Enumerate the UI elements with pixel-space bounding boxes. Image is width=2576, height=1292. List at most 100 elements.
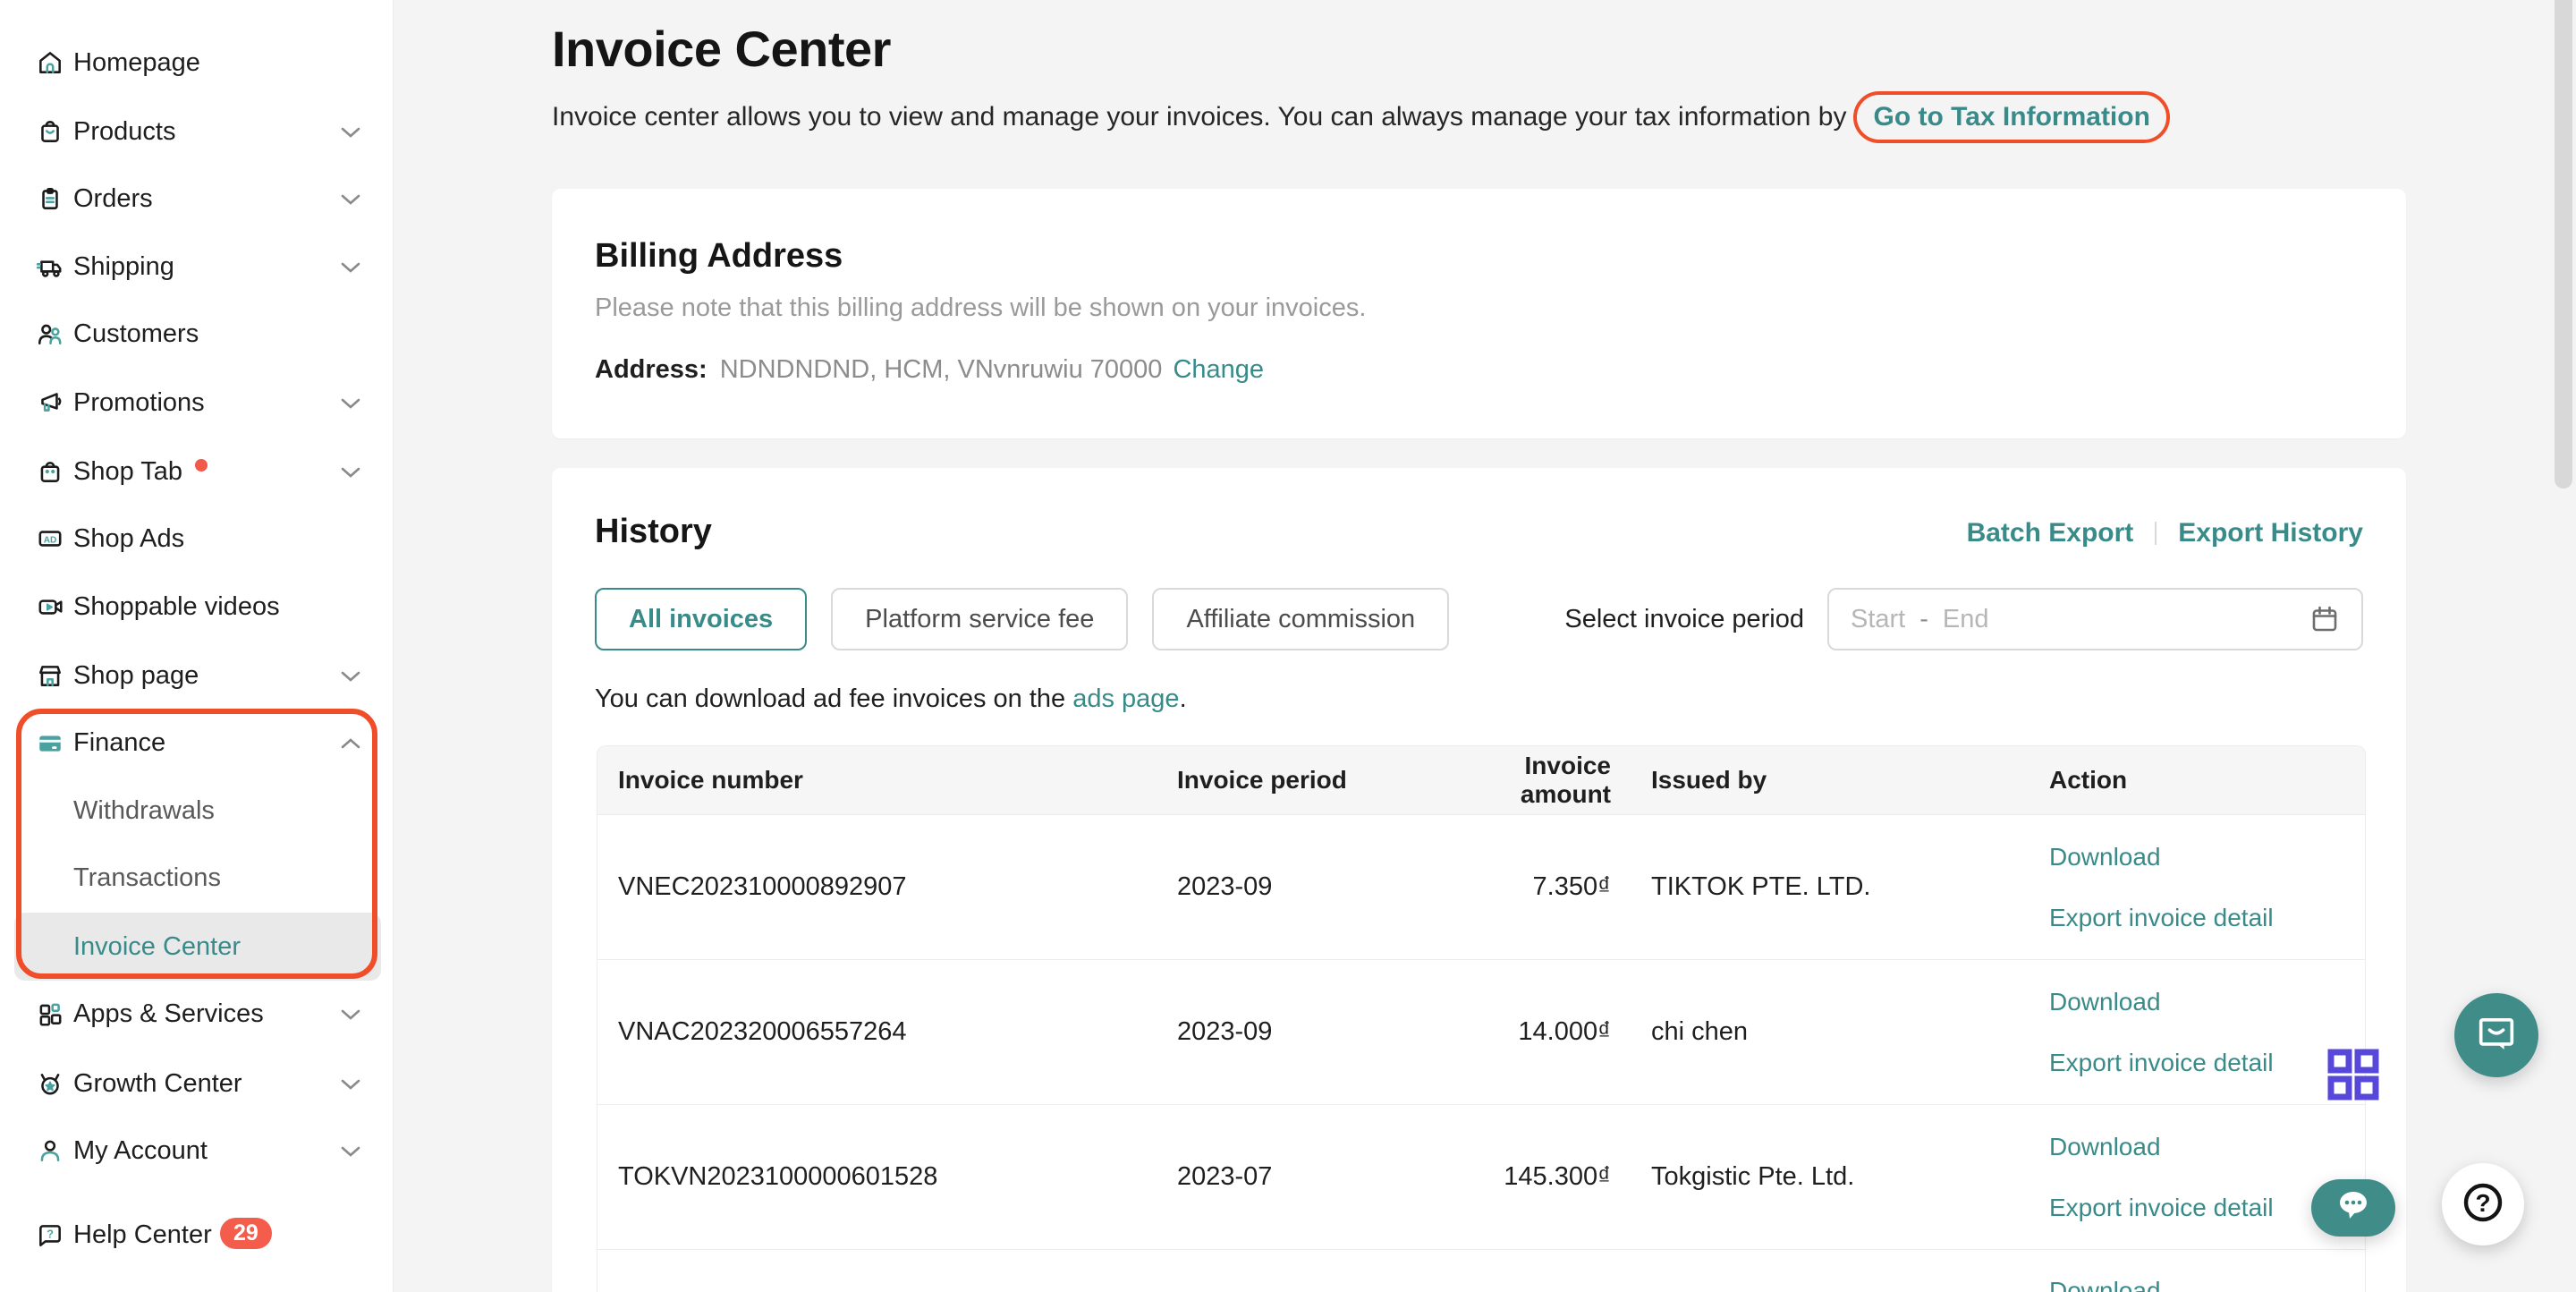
sidebar-item-customers[interactable]: Customers: [0, 300, 394, 368]
chevron-down-icon: [340, 1078, 361, 1095]
invoice-number: VNEC202310000892907: [618, 872, 1177, 902]
chevron-down-icon: [340, 261, 361, 278]
date-range-input[interactable]: Start - End: [1827, 588, 2363, 650]
history-header-links: Batch Export Export History: [1967, 518, 2363, 548]
sidebar-item-orders[interactable]: Orders: [0, 165, 394, 233]
col-invoice-amount: Invoice amount: [1434, 752, 1611, 809]
chat-support-button[interactable]: [2454, 993, 2538, 1077]
col-action: Action: [2049, 766, 2365, 795]
apps-icon: [36, 999, 64, 1028]
download-link[interactable]: Download: [2049, 843, 2365, 871]
sidebar-item-withdrawals[interactable]: Withdrawals: [0, 777, 394, 845]
sidebar-item-shoppable-videos[interactable]: Shoppable videos: [0, 573, 394, 641]
tab-affiliate-commission[interactable]: Affiliate commission: [1152, 588, 1449, 650]
chevron-down-icon: [340, 193, 361, 210]
message-bubble-button[interactable]: [2311, 1179, 2395, 1237]
sidebar-item-products[interactable]: Products: [0, 98, 394, 166]
go-to-tax-information-link[interactable]: Go to Tax Information: [1873, 102, 2149, 132]
end-date-placeholder: End: [1943, 605, 1989, 634]
start-date-placeholder: Start: [1851, 605, 1905, 634]
chevron-down-icon: [340, 670, 361, 687]
person-icon: [36, 1136, 64, 1165]
divider: [2155, 522, 2157, 545]
credit-card-icon: [36, 728, 64, 757]
download-link[interactable]: Download: [2049, 988, 2365, 1016]
invoice-period: 2023-07: [1177, 1162, 1434, 1192]
export-history-link[interactable]: Export History: [2178, 518, 2363, 548]
invoice-table: Invoice number Invoice period Invoice am…: [597, 745, 2366, 1292]
tab-platform-service-fee[interactable]: Platform service fee: [831, 588, 1128, 650]
extension-grid-icon[interactable]: [2326, 1047, 2381, 1102]
megaphone-icon: [36, 388, 64, 417]
sidebar-item-growth-center[interactable]: Growth Center: [0, 1050, 394, 1118]
row-actions: Download Export invoice detail: [2049, 843, 2365, 932]
table-row-partial: Download: [597, 1249, 2365, 1292]
invoice-period: 2023-09: [1177, 1017, 1434, 1047]
svg-text:?: ?: [47, 1228, 54, 1241]
tab-all-invoices[interactable]: All invoices: [595, 588, 807, 650]
sidebar: Homepage Products Orders Shipping Custom…: [0, 0, 394, 1292]
sidebar-item-homepage[interactable]: Homepage: [0, 29, 394, 97]
period-label: Select invoice period: [1564, 605, 1804, 634]
svg-text:AD: AD: [44, 535, 57, 545]
chevron-down-icon: [340, 1145, 361, 1162]
home-icon: [36, 48, 64, 77]
invoice-amount: 7.350₫: [1434, 872, 1611, 902]
sidebar-item-my-account[interactable]: My Account: [0, 1117, 394, 1185]
sidebar-item-shop-ads[interactable]: AD Shop Ads: [0, 505, 394, 573]
message-dots-icon: [2333, 1188, 2374, 1228]
vertical-scrollbar-thumb[interactable]: [2555, 0, 2572, 489]
sidebar-item-shop-tab[interactable]: Shop Tab: [0, 438, 394, 506]
change-address-link[interactable]: Change: [1173, 355, 1264, 384]
col-invoice-number: Invoice number: [618, 766, 1177, 795]
help-bubble-icon: ?: [36, 1220, 64, 1249]
export-invoice-detail-link[interactable]: Export invoice detail: [2049, 1049, 2365, 1077]
page-title: Invoice Center: [552, 20, 891, 78]
customers-icon: [36, 319, 64, 348]
invoice-amount: 145.300₫: [1434, 1162, 1611, 1192]
storefront-icon: [36, 661, 64, 690]
chevron-down-icon: [340, 466, 361, 483]
history-card: History Batch Export Export History All …: [552, 468, 2406, 1292]
invoice-filter-tabs: All invoices Platform service fee Affili…: [595, 588, 1449, 650]
svg-text:?: ?: [2475, 1189, 2490, 1217]
shop-bag-icon: [36, 457, 64, 486]
calendar-icon[interactable]: [2309, 604, 2340, 634]
billing-address-note: Please note that this billing address wi…: [595, 293, 1366, 323]
history-title: History: [595, 513, 712, 551]
sidebar-item-invoice-center[interactable]: Invoice Center: [0, 913, 394, 981]
sidebar-item-apps-services[interactable]: Apps & Services: [0, 980, 394, 1048]
chat-smile-icon: [2473, 1010, 2520, 1061]
address-label: Address:: [595, 355, 708, 384]
export-invoice-detail-link[interactable]: Export invoice detail: [2049, 904, 2365, 932]
sidebar-item-help-center[interactable]: ? Help Center 29: [0, 1201, 394, 1269]
billing-address-title: Billing Address: [595, 237, 843, 276]
sidebar-item-promotions[interactable]: Promotions: [0, 369, 394, 437]
table-row: VNEC202310000892907 2023-09 7.350₫ TIKTO…: [597, 814, 2365, 959]
sidebar-item-transactions[interactable]: Transactions: [0, 844, 394, 912]
issued-by: Tokgistic Pte. Ltd.: [1651, 1162, 2049, 1192]
table-row: VNAC202320006557264 2023-09 14.000₫ chi …: [597, 959, 2365, 1104]
col-invoice-period: Invoice period: [1177, 766, 1434, 795]
sidebar-item-shipping[interactable]: Shipping: [0, 233, 394, 301]
batch-export-link[interactable]: Batch Export: [1967, 518, 2134, 548]
ads-page-link[interactable]: ads page: [1072, 684, 1179, 713]
address-value: NDNDNDND, HCM, VNvnruwiu 70000: [720, 355, 1163, 384]
video-icon: [36, 592, 64, 621]
bag-icon: [36, 117, 64, 146]
download-link[interactable]: Download: [2049, 1133, 2365, 1161]
invoice-number: TOKVN2023100000601528: [618, 1162, 1177, 1192]
invoice-period: 2023-09: [1177, 872, 1434, 902]
sidebar-item-shop-page[interactable]: Shop page: [0, 642, 394, 710]
download-link[interactable]: Download: [2049, 1277, 2161, 1292]
chevron-down-icon: [340, 126, 361, 143]
chevron-up-icon: [340, 737, 361, 754]
ad-fee-note: You can download ad fee invoices on the …: [595, 684, 1187, 714]
sidebar-item-finance[interactable]: Finance: [0, 709, 394, 777]
question-mark-icon: ?: [2458, 1177, 2508, 1232]
main-content: Invoice Center Invoice center allows you…: [394, 0, 2576, 1292]
issued-by: TIKTOK PTE. LTD.: [1651, 872, 2049, 902]
table-row: TOKVN2023100000601528 2023-07 145.300₫ T…: [597, 1104, 2365, 1249]
help-center-badge: 29: [220, 1218, 272, 1249]
help-button[interactable]: ?: [2442, 1163, 2524, 1245]
